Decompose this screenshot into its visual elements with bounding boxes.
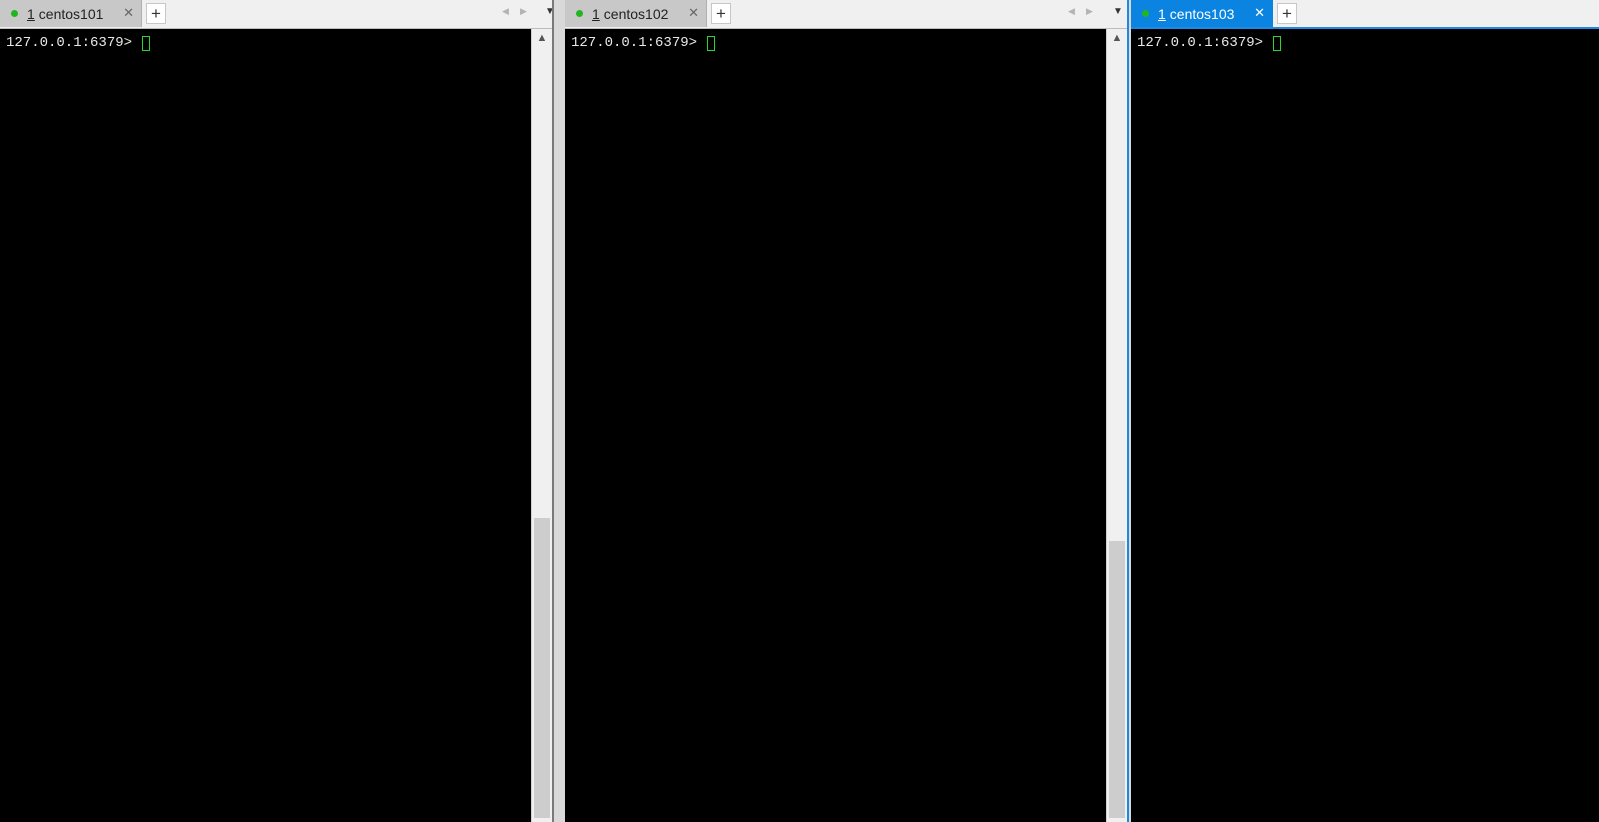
prompt-line: 127.0.0.1:6379> bbox=[6, 35, 151, 51]
prompt-text: 127.0.0.1:6379> bbox=[6, 35, 141, 51]
arrow-left-icon[interactable]: ◀ bbox=[502, 6, 509, 17]
add-tab-button[interactable]: + bbox=[146, 3, 166, 24]
arrow-left-icon[interactable]: ◀ bbox=[1068, 6, 1075, 17]
tab-bar: 1 centos103 ✕ + bbox=[1131, 0, 1599, 29]
pane-divider[interactable] bbox=[1127, 0, 1129, 822]
tab-label: centos102 bbox=[603, 5, 669, 22]
plus-icon: + bbox=[1282, 3, 1292, 23]
chevron-up-icon[interactable]: ▲ bbox=[1107, 31, 1127, 45]
add-tab-button[interactable]: + bbox=[1277, 3, 1297, 24]
terminal-output[interactable]: 127.0.0.1:6379> bbox=[1131, 29, 1599, 822]
terminal-output[interactable]: 127.0.0.1:6379> bbox=[0, 29, 531, 822]
tab-number: 1 bbox=[592, 5, 600, 22]
tab-label: centos103 bbox=[1169, 5, 1235, 22]
arrow-right-icon[interactable]: ▶ bbox=[1086, 6, 1093, 17]
plus-icon: + bbox=[716, 3, 726, 23]
vertical-scrollbar[interactable]: ▲ bbox=[531, 29, 552, 822]
close-icon[interactable]: ✕ bbox=[123, 5, 134, 21]
terminal-pane-centos103: 1 centos103 ✕ + 127.0.0.1:6379> bbox=[1131, 0, 1599, 822]
plus-icon: + bbox=[151, 3, 161, 23]
prompt-text: 127.0.0.1:6379> bbox=[571, 35, 706, 51]
close-icon[interactable]: ✕ bbox=[1254, 5, 1265, 21]
prompt-line: 127.0.0.1:6379> bbox=[1137, 35, 1282, 51]
add-tab-button[interactable]: + bbox=[711, 3, 731, 24]
tab-label: centos101 bbox=[38, 5, 104, 22]
status-dot-icon bbox=[1142, 10, 1149, 17]
prompt-line: 127.0.0.1:6379> bbox=[571, 35, 716, 51]
text-cursor bbox=[707, 35, 716, 51]
vertical-scrollbar[interactable]: ▲ bbox=[1106, 29, 1127, 822]
tab-centos103[interactable]: 1 centos103 ✕ bbox=[1131, 0, 1273, 27]
scrollbar-thumb[interactable] bbox=[1109, 541, 1125, 818]
terminal-output[interactable]: 127.0.0.1:6379> bbox=[565, 29, 1106, 822]
terminal-pane-centos101: 1 centos101 ✕ + ◀ ▶ ▼ 127.0.0.1:6379> ▲ bbox=[0, 0, 555, 822]
close-icon[interactable]: ✕ bbox=[688, 5, 699, 21]
text-cursor bbox=[142, 35, 151, 51]
tab-number: 1 bbox=[27, 5, 35, 22]
status-dot-icon bbox=[11, 10, 18, 17]
scrollbar-thumb[interactable] bbox=[534, 518, 550, 818]
prompt-text: 127.0.0.1:6379> bbox=[1137, 35, 1272, 51]
chevron-up-icon[interactable]: ▲ bbox=[532, 31, 552, 45]
status-dot-icon bbox=[576, 10, 583, 17]
tab-number: 1 bbox=[1158, 5, 1166, 22]
tab-centos102[interactable]: 1 centos102 ✕ bbox=[565, 0, 707, 27]
chevron-down-icon[interactable]: ▼ bbox=[1113, 6, 1123, 17]
arrow-right-icon[interactable]: ▶ bbox=[520, 6, 527, 17]
tab-bar: 1 centos102 ✕ + ◀ ▶ ▼ bbox=[565, 0, 1127, 29]
tab-centos101[interactable]: 1 centos101 ✕ bbox=[0, 0, 142, 27]
text-cursor bbox=[1273, 35, 1282, 51]
pane-divider[interactable] bbox=[552, 0, 554, 822]
terminal-pane-centos102: 1 centos102 ✕ + ◀ ▶ ▼ 127.0.0.1:6379> ▲ bbox=[565, 0, 1127, 822]
tab-bar: 1 centos101 ✕ + ◀ ▶ ▼ bbox=[0, 0, 555, 29]
